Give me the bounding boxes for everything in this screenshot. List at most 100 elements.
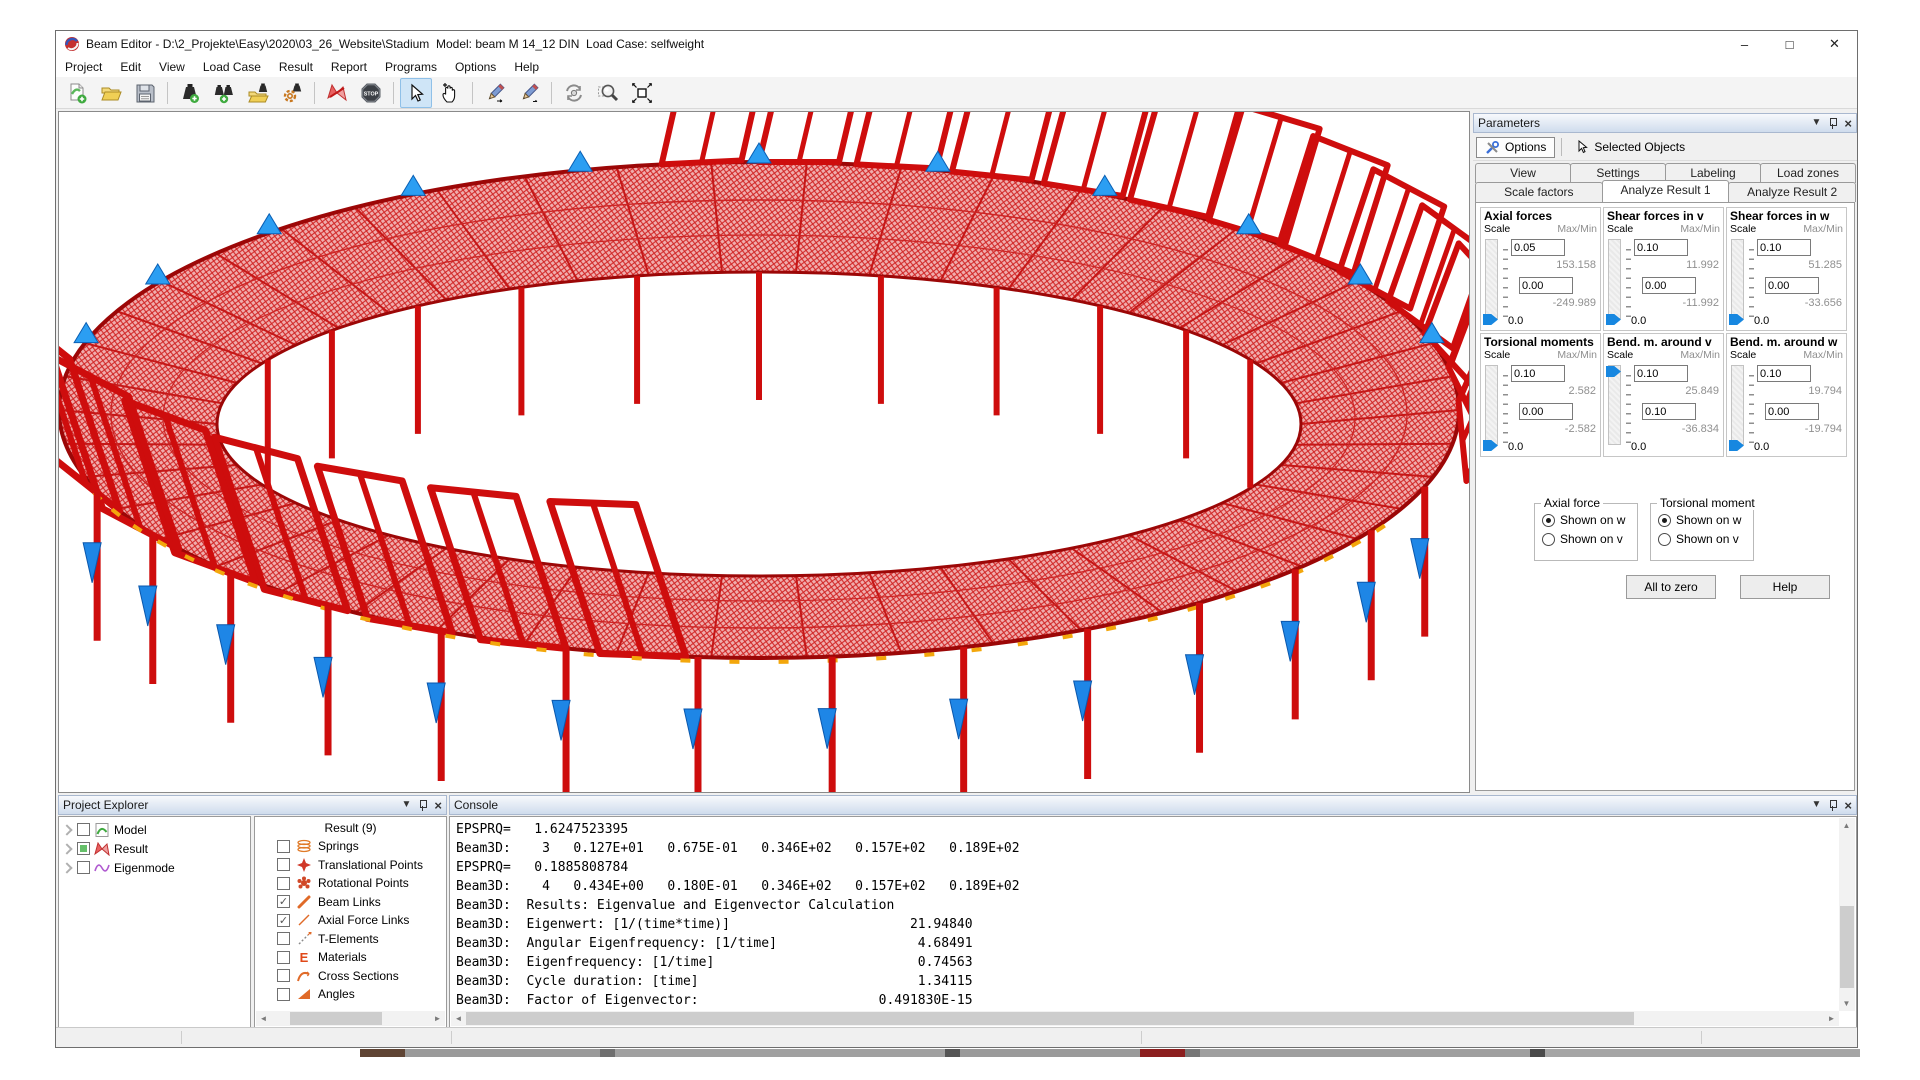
draw-beam-button[interactable] (479, 78, 511, 108)
add-load-case-button[interactable] (174, 78, 206, 108)
list-item-rotational-points[interactable]: Rotational Points (255, 874, 446, 893)
axial-shown-on-w-option[interactable]: Shown on w (1542, 513, 1637, 527)
scale-offset-input[interactable] (1765, 403, 1819, 420)
radio-icon[interactable] (1658, 514, 1671, 527)
axial-shown-on-v-option[interactable]: Shown on v (1542, 532, 1637, 546)
tab-selected-objects[interactable]: Selected Objects (1568, 138, 1693, 156)
new-project-button[interactable] (61, 78, 93, 108)
scroll-thumb[interactable] (1840, 906, 1854, 988)
scale-slider[interactable] (1731, 365, 1744, 445)
menu-loadcase[interactable]: Load Case (194, 59, 270, 75)
menu-options[interactable]: Options (446, 59, 505, 75)
torsional-shown-on-w-option[interactable]: Shown on w (1658, 513, 1753, 527)
rotational-points-checkbox[interactable] (277, 877, 290, 890)
menu-view[interactable]: View (150, 59, 194, 75)
materials-checkbox[interactable] (277, 951, 290, 964)
tree-item-result[interactable]: Result (59, 839, 250, 858)
list-item-springs[interactable]: Springs (255, 837, 446, 856)
radio-icon[interactable] (1542, 533, 1555, 546)
eigenmode-checkbox[interactable] (77, 861, 90, 874)
pin-icon[interactable] (1828, 118, 1837, 129)
tab-view[interactable]: View (1475, 163, 1571, 183)
tab-load-zones[interactable]: Load zones (1760, 163, 1856, 183)
scale-slider[interactable] (1485, 239, 1498, 319)
all-to-zero-button[interactable]: All to zero (1626, 575, 1716, 599)
scale-offset-input[interactable] (1642, 277, 1696, 294)
pan-tool-button[interactable] (434, 78, 466, 108)
t-elements-checkbox[interactable] (277, 932, 290, 945)
load-case-options-button[interactable] (276, 78, 308, 108)
scroll-left-icon[interactable]: ◄ (451, 1011, 466, 1026)
scroll-left-icon[interactable]: ◄ (256, 1011, 271, 1026)
console-output[interactable]: EPSPRQ= 1.6247523395 Beam3D: 3 0.127E+01… (449, 816, 1857, 1028)
zoom-tool-button[interactable] (592, 78, 624, 108)
scale-offset-input[interactable] (1519, 277, 1573, 294)
scroll-thumb[interactable] (466, 1012, 1634, 1025)
open-project-button[interactable] (95, 78, 127, 108)
translational-points-checkbox[interactable] (277, 858, 290, 871)
expander-icon[interactable] (61, 843, 72, 854)
open-load-case-button[interactable] (242, 78, 274, 108)
menu-programs[interactable]: Programs (376, 59, 446, 75)
help-button[interactable]: Help (1740, 575, 1830, 599)
list-item-beam-links[interactable]: ✓ Beam Links (255, 893, 446, 912)
radio-icon[interactable] (1542, 514, 1555, 527)
model-viewport[interactable] (58, 111, 1470, 793)
scroll-right-icon[interactable]: ► (1824, 1011, 1839, 1026)
tab-scale-factors[interactable]: Scale factors (1475, 182, 1603, 202)
axial-force-links-checkbox[interactable]: ✓ (277, 914, 290, 927)
console-header[interactable]: Console ▼ × (449, 795, 1857, 815)
result-list-hscrollbar[interactable]: ◄ ► (256, 1011, 445, 1026)
model-checkbox[interactable] (77, 823, 90, 836)
cross-sections-checkbox[interactable] (277, 969, 290, 982)
scale-factor-input[interactable] (1757, 365, 1811, 382)
scale-offset-input[interactable] (1765, 277, 1819, 294)
tab-analyze-result-1[interactable]: Analyze Result 1 (1602, 180, 1730, 202)
menu-help[interactable]: Help (505, 59, 548, 75)
scroll-down-icon[interactable]: ▼ (1839, 996, 1854, 1011)
radio-icon[interactable] (1658, 533, 1671, 546)
expander-icon[interactable] (61, 862, 72, 873)
scale-slider[interactable] (1608, 239, 1621, 319)
scale-factor-input[interactable] (1634, 239, 1688, 256)
list-item-t-elements[interactable]: T-Elements (255, 930, 446, 949)
result-checkbox[interactable] (77, 842, 90, 855)
scale-slider[interactable] (1731, 239, 1744, 319)
springs-checkbox[interactable] (277, 840, 290, 853)
model-canvas[interactable] (59, 112, 1470, 793)
tree-item-model[interactable]: Model (59, 820, 250, 839)
panel-close-icon[interactable]: × (1844, 116, 1852, 131)
scroll-thumb[interactable] (290, 1012, 382, 1025)
menu-edit[interactable]: Edit (111, 59, 150, 75)
angles-checkbox[interactable] (277, 988, 290, 1001)
expander-icon[interactable] (61, 824, 72, 835)
menu-report[interactable]: Report (322, 59, 376, 75)
scale-slider[interactable] (1608, 365, 1621, 445)
torsional-shown-on-v-option[interactable]: Shown on v (1658, 532, 1753, 546)
panel-menu-icon[interactable]: ▼ (1812, 118, 1822, 128)
list-item-translational-points[interactable]: Translational Points (255, 856, 446, 875)
panel-menu-icon[interactable]: ▼ (402, 800, 412, 810)
scale-factor-input[interactable] (1634, 365, 1688, 382)
list-item-materials[interactable]: E Materials (255, 948, 446, 967)
scale-slider[interactable] (1485, 365, 1498, 445)
maximize-button[interactable]: □ (1767, 31, 1812, 57)
project-explorer-header[interactable]: Project Explorer ▼ × (58, 795, 447, 815)
panel-close-icon[interactable]: × (434, 798, 442, 813)
show-result-button[interactable] (321, 78, 353, 108)
scroll-up-icon[interactable]: ▲ (1839, 818, 1854, 833)
list-item-cross-sections[interactable]: Cross Sections (255, 967, 446, 986)
panel-menu-icon[interactable]: ▼ (1812, 800, 1822, 810)
panel-close-icon[interactable]: × (1844, 798, 1852, 813)
scale-factor-input[interactable] (1511, 239, 1565, 256)
draw-beam-segment-button[interactable] (513, 78, 545, 108)
menu-result[interactable]: Result (270, 59, 322, 75)
tree-item-eigenmode[interactable]: Eigenmode (59, 858, 250, 877)
save-project-button[interactable] (129, 78, 161, 108)
scale-offset-input[interactable] (1642, 403, 1696, 420)
minimize-button[interactable]: – (1722, 31, 1767, 57)
scale-factor-input[interactable] (1511, 365, 1565, 382)
tab-options[interactable]: Options (1476, 137, 1555, 158)
stop-calculation-button[interactable]: STOP (355, 78, 387, 108)
close-button[interactable]: ✕ (1812, 31, 1857, 57)
